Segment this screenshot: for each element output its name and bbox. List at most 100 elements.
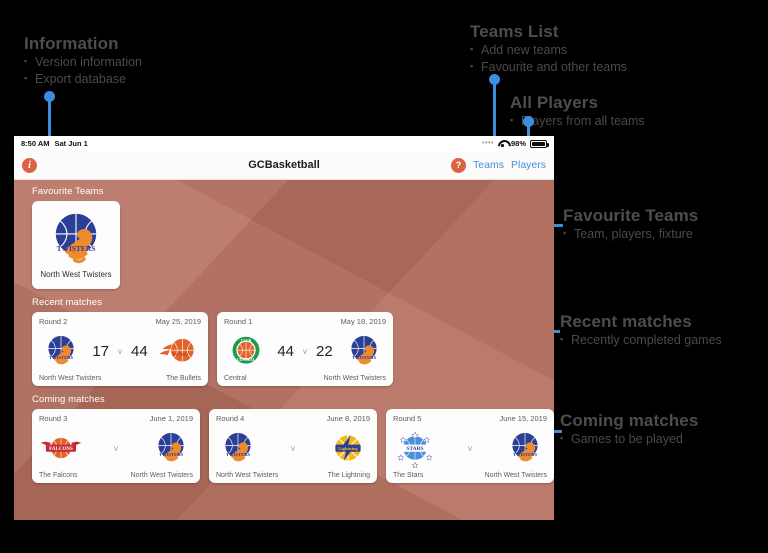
twisters-logo: TWISTERS: [158, 432, 184, 462]
home-score: 17: [92, 342, 109, 360]
svg-text:FALCONS: FALCONS: [49, 446, 73, 452]
twisters-logo: TWISTERS: [351, 335, 377, 365]
recent-matches-row: Round 2 May 25, 2019 TWISTERS 17 v 44 Bu…: [14, 312, 554, 388]
annotation-title: Information: [24, 34, 119, 53]
home-team-name: Central: [224, 375, 247, 382]
versus-label: v: [291, 443, 295, 453]
leader-dot-information: [44, 91, 55, 102]
leader-dot-all-players: [523, 116, 534, 127]
annotation-title: Recent matches: [560, 312, 692, 331]
section-header-coming-matches: Coming matches: [32, 394, 105, 405]
away-team-name: North West Twisters: [323, 375, 386, 382]
favourite-teams-row: TWISTERS North West Twisters: [14, 201, 554, 291]
bullets-logo: Bullets: [159, 338, 194, 362]
annotation-title: Coming matches: [560, 411, 699, 430]
svg-text:TWISTERS: TWISTERS: [57, 244, 96, 253]
svg-text:Bullets: Bullets: [172, 352, 188, 358]
stars-logo: STARS: [397, 431, 433, 468]
app-window: 8:50 AM Sat Jun 1 •••• 98% i GCBasketbal…: [14, 136, 554, 520]
falcons-logo: FALCONS: [40, 437, 82, 459]
leader-dot-teams-list: [489, 74, 500, 85]
home-team-name: North West Twisters: [216, 472, 279, 479]
favourite-team-name: North West Twisters: [40, 270, 112, 279]
annotation-teams-list: Teams List Add new teams Favourite and o…: [470, 22, 627, 76]
lightning-logo: Lightning: [335, 435, 361, 461]
svg-text:STARS: STARS: [406, 446, 423, 452]
versus-label: v: [468, 443, 472, 453]
away-team-name: North West Twisters: [130, 472, 193, 479]
match-date: June 15, 2019: [499, 414, 547, 423]
info-icon[interactable]: i: [22, 157, 37, 173]
versus-label: v: [303, 346, 307, 356]
twisters-logo: TWISTERS: [225, 432, 251, 462]
home-team-name: The Stars: [393, 472, 424, 479]
match-date: May 25, 2019: [155, 317, 201, 326]
annotation-information: Information Version information Export d…: [24, 34, 142, 88]
content-area: Favourite Teams TWISTERS North West Twis…: [14, 180, 554, 520]
match-card[interactable]: Round 2 May 25, 2019 TWISTERS 17 v 44 Bu…: [32, 312, 208, 386]
help-icon[interactable]: ?: [451, 157, 467, 173]
central-logo: CLUB CENTRAL: [232, 336, 260, 364]
favourite-team-card[interactable]: TWISTERS North West Twisters: [32, 201, 120, 289]
battery-icon: [530, 139, 549, 148]
annotation-coming-matches: Coming matches Games to be played: [560, 411, 698, 448]
svg-text:CLUB: CLUB: [241, 339, 252, 343]
home-team-name: North West Twisters: [39, 375, 102, 382]
annotation-item: Games to be played: [560, 430, 698, 448]
annotation-title: Teams List: [470, 22, 559, 41]
match-card[interactable]: Round 3 June 1, 2019 FALCONS v TWISTERS …: [32, 409, 200, 483]
svg-text:CENTRAL: CENTRAL: [237, 358, 256, 362]
annotation-favourite-teams: Favourite Teams Team, players, fixture: [563, 206, 698, 243]
status-date: Sat Jun 1: [54, 139, 88, 148]
players-link[interactable]: Players: [511, 159, 546, 171]
annotation-recent-matches: Recent matches Recently completed games: [560, 312, 722, 349]
annotation-item: Export database: [24, 70, 142, 88]
away-team-name: North West Twisters: [484, 472, 547, 479]
match-date: June 1, 2019: [149, 414, 193, 423]
annotation-item: Add new teams: [470, 41, 627, 59]
match-date: May 18, 2019: [340, 317, 386, 326]
navigation-bar: i GCBasketball ? Teams Players: [14, 151, 554, 180]
versus-label: v: [114, 443, 118, 453]
away-score: 44: [131, 342, 148, 360]
away-team-name: The Bullets: [165, 375, 201, 382]
svg-text:TWISTERS: TWISTERS: [49, 355, 74, 360]
match-round: Round 3: [39, 414, 68, 423]
svg-text:TWISTERS: TWISTERS: [159, 452, 184, 457]
versus-label: v: [118, 346, 122, 356]
annotation-item: Team, players, fixture: [563, 225, 698, 243]
match-card[interactable]: Round 4 June 8, 2019 TWISTERS v Lightnin…: [209, 409, 377, 483]
annotation-title: Favourite Teams: [563, 206, 699, 225]
svg-text:TWISTERS: TWISTERS: [513, 452, 538, 457]
battery-percent: 98%: [510, 139, 526, 148]
wifi-icon: [498, 140, 507, 147]
match-round: Round 1: [224, 317, 253, 326]
status-time: 8:50 AM: [21, 139, 50, 148]
match-card[interactable]: Round 1 May 18, 2019 CLUB CENTRAL 44 v 2…: [217, 312, 393, 386]
svg-text:TWISTERS: TWISTERS: [352, 355, 377, 360]
coming-matches-row: Round 3 June 1, 2019 FALCONS v TWISTERS …: [14, 409, 554, 485]
annotation-item: Recently completed games: [560, 331, 722, 349]
annotation-item: Version information: [24, 53, 142, 71]
match-round: Round 4: [216, 414, 245, 423]
twisters-logo: TWISTERS: [512, 432, 538, 462]
match-card[interactable]: Round 5 June 15, 2019 STARS v TWISTERS T…: [386, 409, 554, 483]
screenshot-root: Information Version information Export d…: [0, 0, 768, 553]
signal-icon: ••••: [482, 140, 494, 147]
twisters-logo: TWISTERS: [55, 213, 97, 264]
home-score: 44: [277, 342, 294, 360]
home-team-name: The Falcons: [39, 472, 78, 479]
svg-text:TWISTERS: TWISTERS: [226, 452, 251, 457]
teams-link[interactable]: Teams: [473, 159, 504, 171]
status-bar: 8:50 AM Sat Jun 1 •••• 98%: [14, 136, 554, 151]
match-date: June 8, 2019: [326, 414, 370, 423]
match-round: Round 5: [393, 414, 422, 423]
away-team-name: The Lightning: [327, 472, 370, 479]
annotation-title: All Players: [510, 93, 599, 112]
twisters-logo: TWISTERS: [48, 335, 74, 365]
section-header-recent-matches: Recent matches: [32, 297, 103, 308]
away-score: 22: [316, 342, 333, 360]
match-round: Round 2: [39, 317, 68, 326]
section-header-favourite-teams: Favourite Teams: [32, 186, 104, 197]
svg-text:Lightning: Lightning: [338, 446, 358, 451]
